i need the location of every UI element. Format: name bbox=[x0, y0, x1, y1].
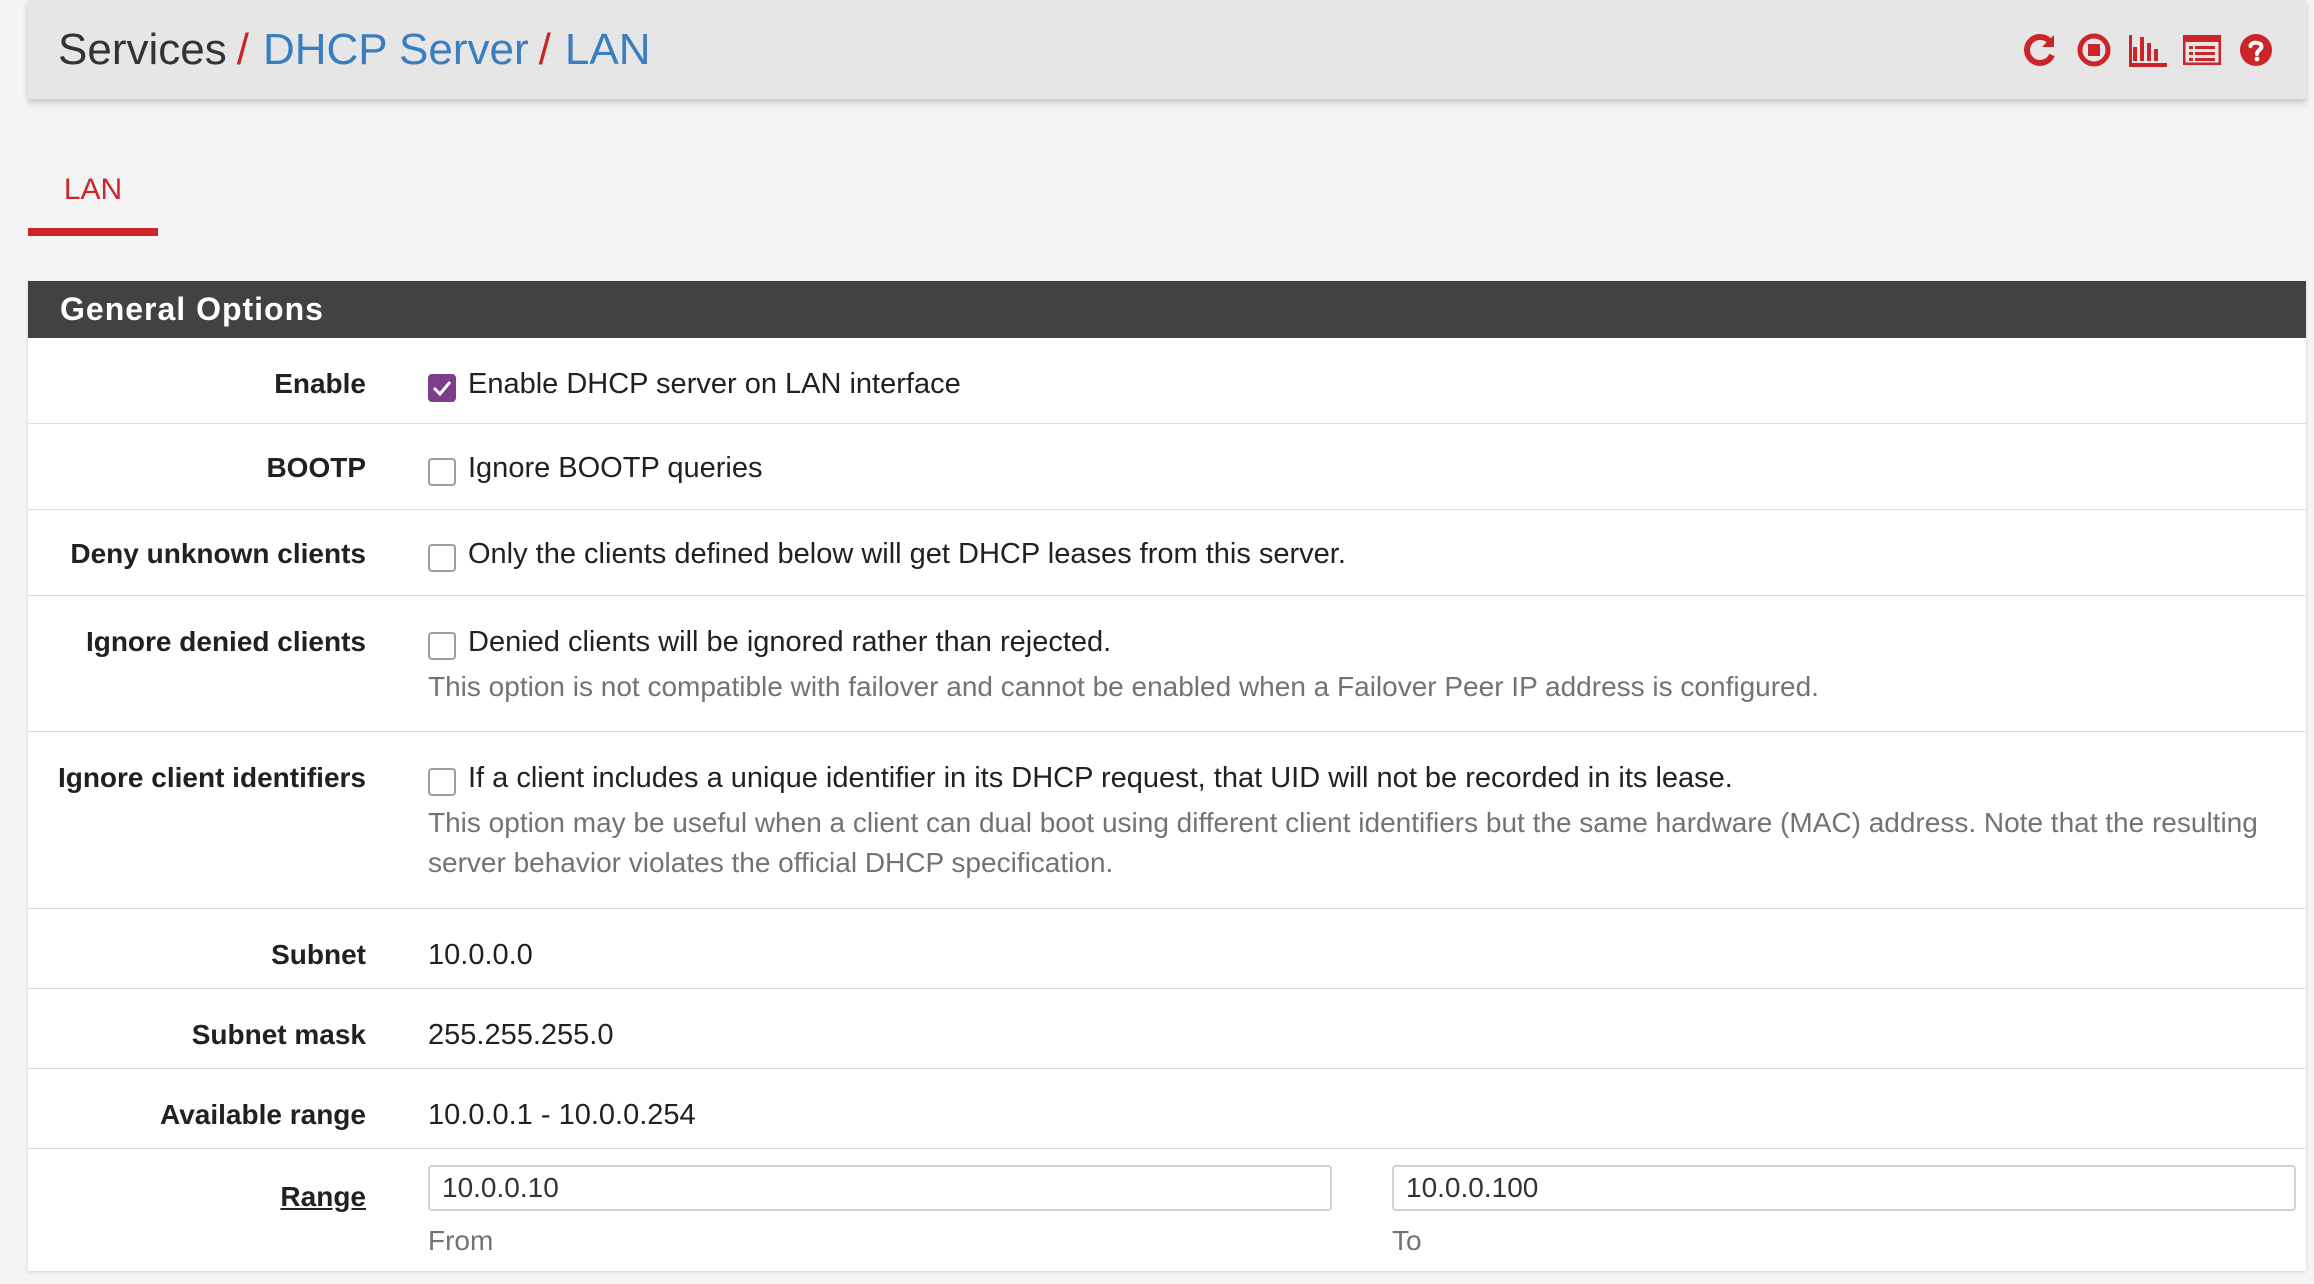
ignore-client-ids-label: Ignore client identifiers bbox=[57, 762, 366, 793]
restart-service-icon[interactable] bbox=[2020, 30, 2060, 70]
row-range: Range From To bbox=[28, 1149, 2306, 1271]
ignore-denied-help: This option is not compatible with failo… bbox=[428, 671, 1819, 702]
panel-title: General Options bbox=[28, 281, 2306, 338]
general-options-panel: General Options Enable Enable DHCP serve… bbox=[28, 281, 2306, 1271]
range-from-caption: From bbox=[428, 1225, 494, 1256]
available-range-value: 10.0.0.1 - 10.0.0.254 bbox=[428, 1099, 696, 1131]
deny-unknown-label: Deny unknown clients bbox=[70, 538, 366, 569]
breadcrumb-bar: Services / DHCP Server / LAN bbox=[28, 0, 2306, 100]
bootp-label: BOOTP bbox=[266, 452, 366, 483]
header-icon-group bbox=[2020, 0, 2276, 100]
deny-unknown-checkbox[interactable] bbox=[428, 543, 456, 572]
status-graph-icon[interactable] bbox=[2128, 30, 2168, 70]
row-available-range: Available range 10.0.0.1 - 10.0.0.254 bbox=[28, 1069, 2306, 1149]
subnet-mask-label: Subnet mask bbox=[191, 1019, 366, 1050]
range-to-input[interactable] bbox=[1392, 1165, 2296, 1211]
ignore-denied-checkbox-label[interactable]: Denied clients will be ignored rather th… bbox=[468, 626, 1111, 659]
subnet-value: 10.0.0.0 bbox=[428, 939, 533, 971]
row-subnet: Subnet 10.0.0.0 bbox=[28, 909, 2306, 989]
range-label[interactable]: Range bbox=[280, 1181, 366, 1212]
bootp-checkbox-label[interactable]: Ignore BOOTP queries bbox=[468, 452, 762, 485]
enable-checkbox[interactable] bbox=[428, 373, 456, 402]
breadcrumb-separator: / bbox=[538, 24, 551, 74]
row-ignore-client-identifiers: Ignore client identifiers If a client in… bbox=[28, 732, 2306, 909]
row-enable: Enable Enable DHCP server on LAN interfa… bbox=[28, 338, 2306, 424]
row-ignore-denied-clients: Ignore denied clients Denied clients wil… bbox=[28, 596, 2306, 732]
tab-lan[interactable]: LAN bbox=[28, 160, 158, 236]
ignore-client-ids-checkbox[interactable] bbox=[428, 767, 456, 796]
help-icon[interactable] bbox=[2236, 30, 2276, 70]
bootp-checkbox[interactable] bbox=[428, 457, 456, 486]
ignore-denied-checkbox[interactable] bbox=[428, 631, 456, 660]
range-to-caption: To bbox=[1392, 1225, 1422, 1256]
ignore-client-ids-checkbox-label[interactable]: If a client includes a unique identifier… bbox=[468, 762, 1733, 795]
available-range-label: Available range bbox=[160, 1099, 366, 1130]
ignore-denied-label: Ignore denied clients bbox=[85, 626, 366, 657]
range-from-input[interactable] bbox=[428, 1165, 1332, 1211]
ignore-client-ids-help: This option may be useful when a client … bbox=[428, 807, 2258, 878]
subnet-label: Subnet bbox=[271, 939, 366, 970]
row-subnet-mask: Subnet mask 255.255.255.0 bbox=[28, 989, 2306, 1069]
breadcrumb-dhcp-server[interactable]: DHCP Server bbox=[263, 27, 529, 72]
breadcrumb-separator: / bbox=[236, 24, 249, 74]
row-bootp: BOOTP Ignore BOOTP queries bbox=[28, 424, 2306, 510]
interface-tabs: LAN bbox=[28, 160, 158, 240]
breadcrumb-services: Services bbox=[58, 24, 227, 74]
breadcrumb-lan[interactable]: LAN bbox=[565, 27, 651, 72]
enable-checkbox-label[interactable]: Enable DHCP server on LAN interface bbox=[468, 368, 961, 401]
enable-label: Enable bbox=[274, 368, 366, 399]
stop-service-icon[interactable] bbox=[2074, 30, 2114, 70]
subnet-mask-value: 255.255.255.0 bbox=[428, 1019, 614, 1051]
row-deny-unknown-clients: Deny unknown clients Only the clients de… bbox=[28, 510, 2306, 596]
deny-unknown-checkbox-label[interactable]: Only the clients defined below will get … bbox=[468, 538, 1346, 571]
log-list-icon[interactable] bbox=[2182, 30, 2222, 70]
